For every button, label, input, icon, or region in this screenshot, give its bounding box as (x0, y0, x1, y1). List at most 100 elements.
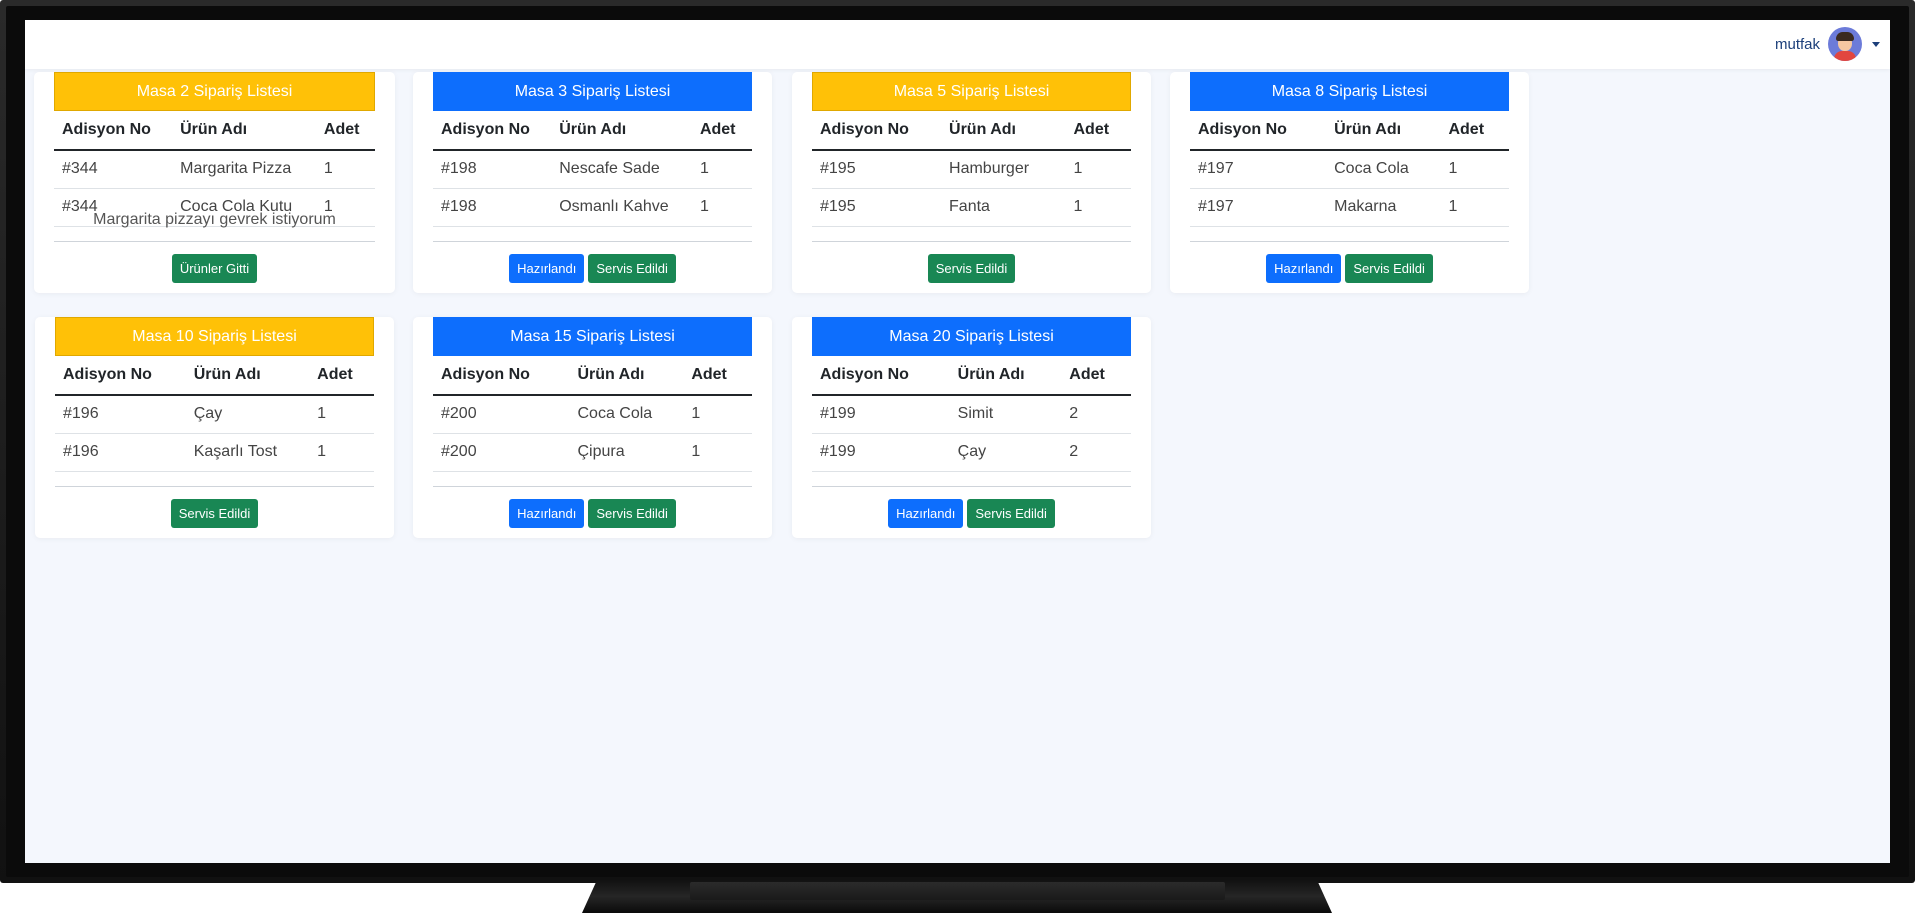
app-screen: mutfak Masa 2 Sipariş Listesi Adisyon No Ü… (25, 20, 1890, 863)
prepared-button[interactable]: Hazırlandı (509, 254, 585, 283)
order-no-header: Adisyon No (433, 111, 552, 151)
table-row: #195 Hamburger 1 (812, 150, 1131, 189)
qty-header: Adet (691, 111, 752, 151)
prepared-button[interactable]: Hazırlandı (509, 499, 585, 528)
order-no-cell: #199 (812, 395, 950, 434)
card-actions: Hazırlandı Servis Edildi (413, 254, 772, 283)
product-header: Ürün Adı (949, 356, 1062, 396)
product-header: Ürün Adı (551, 111, 692, 151)
user-name[interactable]: mutfak (1775, 36, 1820, 53)
table-row: #200 Coca Cola 1 (433, 395, 752, 434)
card-actions: Hazırlandı Servis Edildi (1170, 254, 1529, 283)
table-row: #196 Çay 1 (55, 395, 374, 434)
order-table: Adisyon No Ürün Adı Adet #197 Coca Cola 1 #197… (1190, 111, 1509, 227)
order-no-header: Adisyon No (812, 356, 950, 396)
order-no-cell: #200 (433, 395, 570, 434)
order-table: Adisyon No Ürün Adı Adet #195 Hamburger 1 #195… (812, 111, 1131, 227)
card-divider (812, 241, 1131, 242)
order-note: Margarita pizzayı gevrek istiyorum (93, 211, 336, 228)
qty-cell: 1 (683, 395, 752, 434)
served-button[interactable]: Servis Edildi (170, 499, 259, 528)
order-card: Masa 15 Sipariş Listesi Adisyon No Ürün Ad… (413, 317, 772, 538)
qty-header: Adet (1065, 111, 1131, 151)
card-title: Masa 3 Sipariş Listesi (433, 72, 752, 111)
card-title: Masa 20 Sipariş Listesi (812, 317, 1131, 356)
order-no-header: Adisyon No (54, 111, 173, 151)
product-header: Ürün Adı (941, 111, 1066, 151)
monitor-stand-top (690, 882, 1225, 900)
table-row: #199 Çay 2 (812, 433, 1131, 472)
user-menu[interactable]: mutfak (1775, 24, 1880, 64)
qty-header: Adet (1061, 356, 1131, 396)
order-card: Masa 20 Sipariş Listesi Adisyon No Ürün Ad… (792, 317, 1151, 538)
qty-cell: 1 (683, 433, 752, 472)
order-no-cell: #197 (1190, 188, 1327, 227)
product-cell: Coca Cola (569, 395, 684, 434)
product-cell: Makarna (1326, 188, 1441, 227)
user-avatar-icon[interactable] (1828, 27, 1862, 61)
table-row: #197 Makarna 1 (1190, 188, 1509, 227)
served-button[interactable]: Servis Edildi (588, 499, 676, 528)
served-button[interactable]: Servis Edildi (927, 254, 1016, 283)
items-sent-button[interactable]: Ürünler Gitti (171, 254, 258, 283)
product-cell: Çay (949, 433, 1062, 472)
order-card: Masa 5 Sipariş Listesi Adisyon No Ürün Adı… (792, 72, 1151, 293)
product-cell: Nescafe Sade (551, 150, 692, 189)
table-row: #197 Coca Cola 1 (1190, 150, 1509, 189)
top-navbar: mutfak (25, 20, 1890, 69)
card-divider (55, 486, 374, 487)
table-row: #200 Çipura 1 (433, 433, 752, 472)
caret-down-icon[interactable] (1872, 41, 1880, 47)
product-cell: Margarita Pizza (172, 150, 316, 189)
order-no-header: Adisyon No (55, 356, 186, 396)
table-row: #198 Nescafe Sade 1 (433, 150, 752, 189)
order-no-cell: #196 (55, 395, 186, 434)
prepared-button[interactable]: Hazırlandı (1266, 254, 1342, 283)
table-row: #196 Kaşarlı Tost 1 (55, 433, 374, 472)
product-cell: Çay (185, 395, 310, 434)
order-no-cell: #200 (433, 433, 570, 472)
qty-header: Adet (1440, 111, 1509, 151)
served-button[interactable]: Servis Edildi (588, 254, 676, 283)
product-header: Ürün Adı (172, 111, 316, 151)
product-cell: Hamburger (941, 150, 1066, 189)
qty-cell: 1 (691, 188, 752, 227)
card-actions: Ürünler Gitti (34, 254, 395, 283)
order-card: Masa 2 Sipariş Listesi Adisyon No Ürün Adı… (34, 72, 395, 293)
product-header: Ürün Adı (569, 356, 684, 396)
order-no-cell: #195 (812, 150, 942, 189)
product-cell: Coca Cola (1326, 150, 1441, 189)
product-cell: Simit (949, 395, 1062, 434)
qty-cell: 1 (1440, 188, 1509, 227)
card-actions: Servis Edildi (792, 254, 1151, 283)
qty-cell: 1 (691, 150, 752, 189)
qty-cell: 2 (1061, 395, 1131, 434)
order-no-header: Adisyon No (812, 111, 942, 151)
order-no-cell: #195 (812, 188, 942, 227)
card-actions: Hazırlandı Servis Edildi (413, 499, 772, 528)
order-no-cell: #344 (54, 150, 173, 189)
card-title: Masa 15 Sipariş Listesi (433, 317, 752, 356)
qty-header: Adet (309, 356, 374, 396)
order-no-cell: #199 (812, 433, 950, 472)
qty-cell: 2 (1061, 433, 1131, 472)
order-no-cell: #198 (433, 150, 552, 189)
order-card: Masa 3 Sipariş Listesi Adisyon No Ürün Adı… (413, 72, 772, 293)
qty-cell: 1 (1440, 150, 1509, 189)
order-no-header: Adisyon No (433, 356, 570, 396)
served-button[interactable]: Servis Edildi (1345, 254, 1433, 283)
order-table: Adisyon No Ürün Adı Adet #344 Margarita Pizz… (54, 111, 375, 227)
order-no-cell: #198 (433, 188, 552, 227)
order-card: Masa 8 Sipariş Listesi Adisyon No Ürün Adı… (1170, 72, 1529, 293)
served-button[interactable]: Servis Edildi (967, 499, 1055, 528)
card-divider (1190, 241, 1509, 242)
card-title: Masa 10 Sipariş Listesi (55, 317, 374, 356)
card-actions: Hazırlandı Servis Edildi (792, 499, 1151, 528)
qty-cell: 1 (309, 395, 374, 434)
card-divider (433, 486, 752, 487)
order-no-header: Adisyon No (1190, 111, 1327, 151)
qty-header: Adet (683, 356, 752, 396)
card-actions: Servis Edildi (35, 499, 394, 528)
product-cell: Kaşarlı Tost (185, 433, 310, 472)
prepared-button[interactable]: Hazırlandı (888, 499, 964, 528)
